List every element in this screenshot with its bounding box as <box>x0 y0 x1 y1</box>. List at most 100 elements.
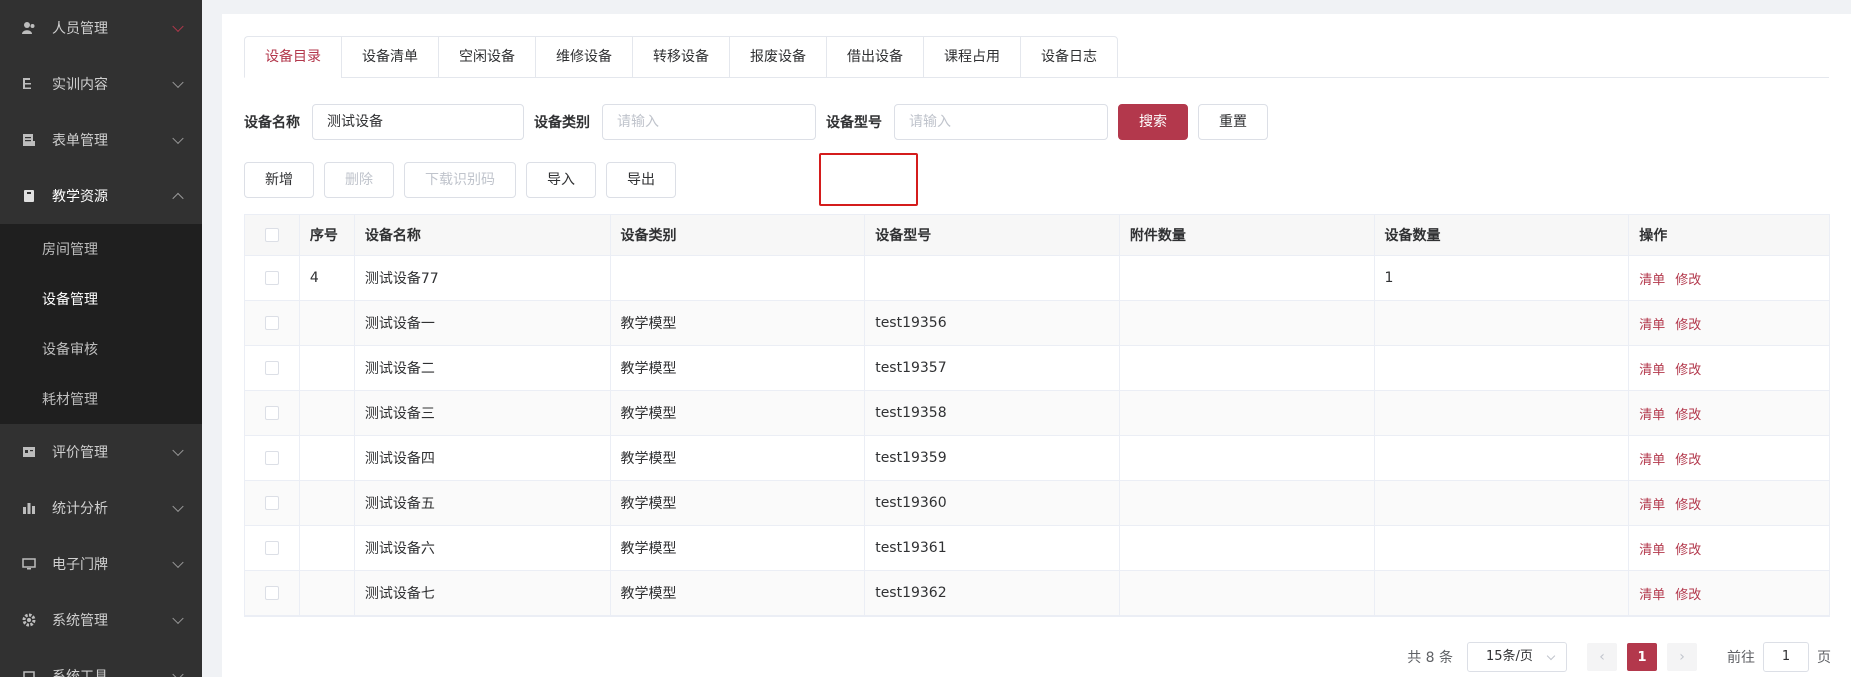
goto-suffix: 页 <box>1817 650 1831 666</box>
chevron-down-icon <box>172 444 184 457</box>
cell-accessories <box>1120 346 1375 390</box>
select-all-cell <box>245 215 300 255</box>
cell-actions: 清单 修改 <box>1629 391 1829 435</box>
page-number-current[interactable]: 1 <box>1627 643 1657 671</box>
list-link[interactable]: 清单 <box>1639 449 1665 468</box>
sidebar-item-label: 统计分析 <box>52 501 108 517</box>
tab-repair-equipment[interactable]: 维修设备 <box>535 36 632 78</box>
cell-model: test19356 <box>865 301 1120 345</box>
sidebar-subitem-rooms[interactable]: 房间管理 <box>0 224 202 274</box>
cell-quantity <box>1375 301 1630 345</box>
add-button[interactable]: 新增 <box>244 162 314 198</box>
action-toolbar: 新增 删除 下载识别码 导入 导出 <box>244 162 686 198</box>
tab-equipment-log[interactable]: 设备日志 <box>1020 36 1118 78</box>
cell-type: 教学模型 <box>611 346 866 390</box>
list-link[interactable]: 清单 <box>1639 359 1665 378</box>
list-link[interactable]: 清单 <box>1639 584 1665 603</box>
page-size-select[interactable]: 15条/页 <box>1467 642 1567 672</box>
list-link[interactable]: 清单 <box>1639 314 1665 333</box>
cell-quantity: 1 <box>1375 256 1630 300</box>
sidebar-item-teaching-resources[interactable]: 教学资源 <box>0 168 202 224</box>
download-code-button[interactable]: 下载识别码 <box>404 162 516 198</box>
cell-name: 测试设备六 <box>355 526 611 570</box>
sidebar: 人员管理 实训内容 表单管理 教学资源 房间管理 设备管理 设备审核 耗材管理 … <box>0 0 202 677</box>
cell-model: test19359 <box>865 436 1120 480</box>
edit-link[interactable]: 修改 <box>1675 449 1701 468</box>
cell-accessories <box>1120 301 1375 345</box>
tab-idle-equipment[interactable]: 空闲设备 <box>438 36 535 78</box>
select-all-checkbox[interactable] <box>264 228 279 242</box>
prev-page-button[interactable]: ‹ <box>1587 643 1617 671</box>
edit-link[interactable]: 修改 <box>1675 314 1701 333</box>
sidebar-item-tools[interactable]: 系统工具 <box>0 648 202 677</box>
equipment-model-input[interactable]: 请输入 <box>894 104 1108 140</box>
cell-actions: 清单 修改 <box>1629 571 1829 615</box>
sidebar-item-training[interactable]: 实训内容 <box>0 56 202 112</box>
chevron-down-icon <box>172 500 184 513</box>
equipment-type-input[interactable]: 请输入 <box>602 104 816 140</box>
row-checkbox[interactable] <box>264 586 279 600</box>
cell-no: 4 <box>300 256 355 300</box>
row-checkbox[interactable] <box>264 406 279 420</box>
sidebar-subitem-consumables[interactable]: 耗材管理 <box>0 374 202 424</box>
import-button[interactable]: 导入 <box>526 162 596 198</box>
row-checkbox[interactable] <box>264 316 279 330</box>
goto-page-input[interactable]: 1 <box>1763 642 1809 672</box>
tab-equipment-catalog[interactable]: 设备目录 <box>244 36 341 78</box>
sidebar-item-doorplate[interactable]: 电子门牌 <box>0 536 202 592</box>
cell-type: 教学模型 <box>611 436 866 480</box>
row-checkbox[interactable] <box>264 541 279 555</box>
table-row: 测试设备三 教学模型 test19358 清单 修改 <box>245 391 1829 436</box>
cell-type <box>611 256 866 300</box>
table-row: 测试设备七 教学模型 test19362 清单 修改 <box>245 571 1829 616</box>
row-checkbox[interactable] <box>264 271 279 285</box>
cell-quantity <box>1375 481 1630 525</box>
users-icon <box>22 21 36 35</box>
next-page-button[interactable]: › <box>1667 643 1697 671</box>
edit-link[interactable]: 修改 <box>1675 494 1701 513</box>
cell-name: 测试设备77 <box>355 256 611 300</box>
list-icon <box>22 77 36 91</box>
edit-link[interactable]: 修改 <box>1675 269 1701 288</box>
search-button[interactable]: 搜索 <box>1118 104 1188 140</box>
sidebar-item-system[interactable]: 系统管理 <box>0 592 202 648</box>
sidebar-item-evaluation[interactable]: 评价管理 <box>0 424 202 480</box>
tab-course-occupied[interactable]: 课程占用 <box>923 36 1020 78</box>
export-button[interactable]: 导出 <box>606 162 676 198</box>
sidebar-item-forms[interactable]: 表单管理 <box>0 112 202 168</box>
sidebar-subitem-equipment[interactable]: 设备管理 <box>0 274 202 324</box>
row-checkbox[interactable] <box>264 361 279 375</box>
edit-link[interactable]: 修改 <box>1675 359 1701 378</box>
tab-lent-equipment[interactable]: 借出设备 <box>826 36 923 78</box>
edit-link[interactable]: 修改 <box>1675 584 1701 603</box>
row-checkbox[interactable] <box>264 496 279 510</box>
cell-type: 教学模型 <box>611 481 866 525</box>
row-select-cell <box>245 436 300 480</box>
reset-button[interactable]: 重置 <box>1198 104 1268 140</box>
tab-equipment-list[interactable]: 设备清单 <box>341 36 438 78</box>
content-panel: 设备目录 设备清单 空闲设备 维修设备 转移设备 报废设备 借出设备 课程占用 … <box>222 14 1851 677</box>
list-link[interactable]: 清单 <box>1639 404 1665 423</box>
list-link[interactable]: 清单 <box>1639 494 1665 513</box>
tab-transfer-equipment[interactable]: 转移设备 <box>632 36 729 78</box>
list-link[interactable]: 清单 <box>1639 269 1665 288</box>
cell-accessories <box>1120 481 1375 525</box>
equipment-name-input[interactable]: 测试设备 <box>312 104 524 140</box>
cell-no <box>300 346 355 390</box>
list-link[interactable]: 清单 <box>1639 539 1665 558</box>
delete-button[interactable]: 删除 <box>324 162 394 198</box>
chevron-down-icon <box>172 668 184 677</box>
sidebar-item-personnel[interactable]: 人员管理 <box>0 0 202 56</box>
row-select-cell <box>245 391 300 435</box>
cell-actions: 清单 修改 <box>1629 346 1829 390</box>
tab-scrapped-equipment[interactable]: 报废设备 <box>729 36 826 78</box>
edit-link[interactable]: 修改 <box>1675 404 1701 423</box>
evaluation-icon <box>22 445 36 459</box>
monitor-icon <box>22 557 36 571</box>
cell-type: 教学模型 <box>611 526 866 570</box>
row-checkbox[interactable] <box>264 451 279 465</box>
sidebar-subitem-equipment-review[interactable]: 设备审核 <box>0 324 202 374</box>
sidebar-item-label: 电子门牌 <box>52 557 108 573</box>
edit-link[interactable]: 修改 <box>1675 539 1701 558</box>
sidebar-item-statistics[interactable]: 统计分析 <box>0 480 202 536</box>
